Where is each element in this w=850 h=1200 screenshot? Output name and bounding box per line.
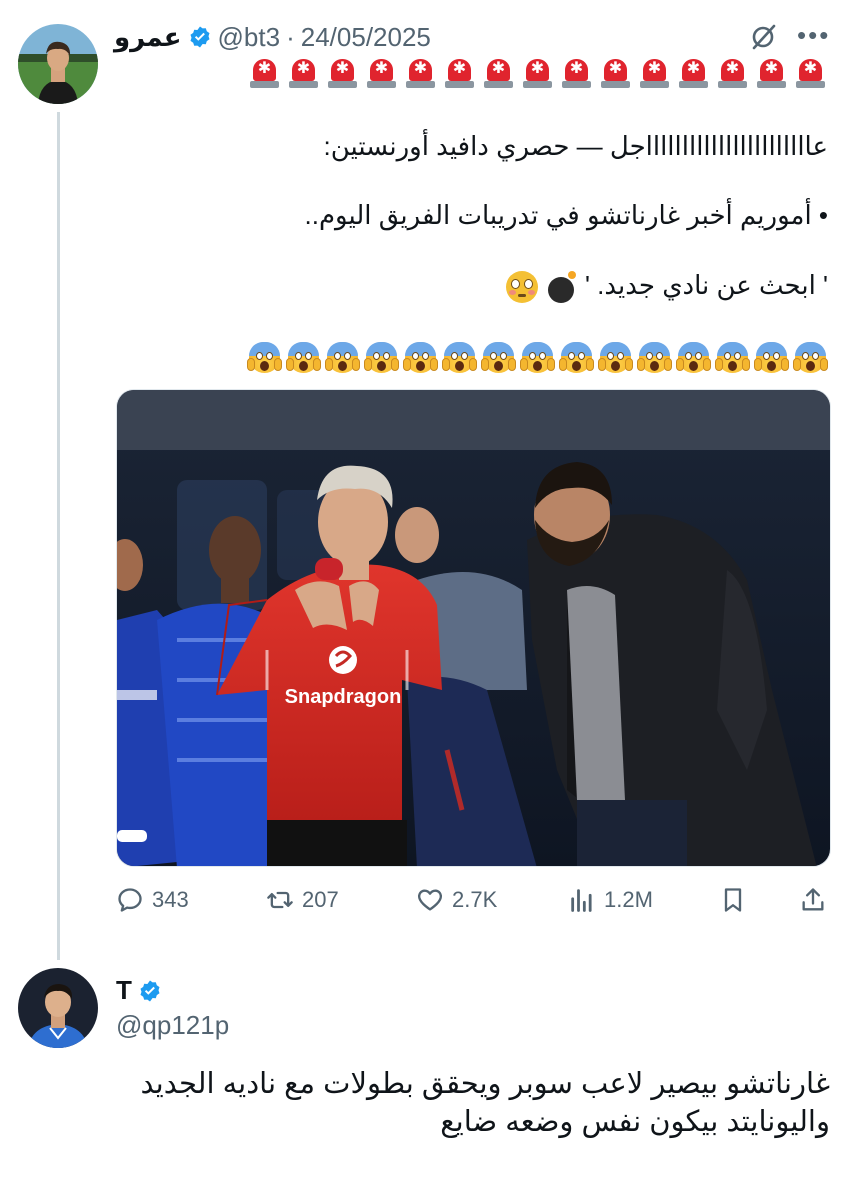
heart-icon [418, 889, 442, 911]
tweet-text-line-3: ' ابحث عن نادي جديد. ' [506, 268, 828, 304]
verified-badge-icon [138, 979, 162, 1003]
views-button[interactable]: 1.2M [568, 880, 653, 920]
police-siren-emoji: ✱ [442, 56, 477, 90]
tweet-photo[interactable]: Snapdragon [116, 389, 831, 867]
reply-text: غارناتشو بيصير لاعب سوبر ويحقق بطولات مع… [110, 1065, 830, 1141]
reply-author-avatar[interactable] [18, 968, 98, 1048]
face-screaming-emoji [598, 340, 633, 374]
police-siren-emoji: ✱ [247, 56, 282, 90]
share-icon [802, 888, 824, 911]
siren-emoji-row: ✱ ✱ ✱ ✱ ✱ ✱ ✱ ✱ ✱ ✱ ✱ ✱ ✱ ✱ ✱ [247, 56, 828, 90]
face-screaming-emoji [481, 340, 516, 374]
reply-author-handle[interactable]: @qp121p [116, 1010, 229, 1041]
face-screaming-emoji [286, 340, 321, 374]
repost-count: 207 [302, 887, 339, 912]
share-button[interactable] [799, 880, 827, 920]
reply-author-name[interactable]: T [116, 975, 132, 1006]
police-siren-emoji: ✱ [754, 56, 789, 90]
views-icon [571, 889, 592, 912]
face-screaming-emoji [325, 340, 360, 374]
reply-author-header: T [116, 975, 162, 1006]
face-screaming-emoji [637, 340, 672, 374]
thread-connector-line [57, 112, 60, 960]
verified-badge-icon [188, 25, 212, 49]
police-siren-emoji: ✱ [364, 56, 399, 90]
reply-text-line-2: واليونايتد بيكون نفس وضعه ضايع [440, 1106, 830, 1138]
repost-icon [267, 891, 293, 909]
tweet-text-line-2: • أموريم أخبر غارناتشو في تدريبات الفريق… [304, 200, 828, 230]
police-siren-emoji: ✱ [637, 56, 672, 90]
tweet-text-line-1: عاااااااااااااااااااااااجل — حصري دافيد … [323, 131, 828, 161]
tweet-action-bar: 343 207 2.7K 1.2M [116, 880, 831, 920]
police-siren-emoji: ✱ [715, 56, 750, 90]
reply-text-line-1: غارناتشو بيصير لاعب سوبر ويحقق بطولات مع… [140, 1068, 830, 1100]
football-training-photo: Snapdragon [117, 390, 830, 866]
police-siren-emoji: ✱ [520, 56, 555, 90]
face-screaming-emoji [715, 340, 750, 374]
more-icon[interactable]: ••• [797, 20, 830, 50]
face-screaming-emoji [793, 340, 828, 374]
police-siren-emoji: ✱ [286, 56, 321, 90]
reply-button[interactable]: 343 [116, 880, 189, 920]
face-screaming-emoji [403, 340, 438, 374]
face-screaming-emoji [676, 340, 711, 374]
header-separator: · [286, 21, 295, 52]
face-screaming-emoji [247, 340, 282, 374]
tweet-header: عمرو @bt3 · 24/05/2025 [114, 20, 431, 54]
reply-count: 343 [152, 887, 189, 912]
like-count: 2.7K [452, 887, 498, 912]
face-screaming-emoji [442, 340, 477, 374]
police-siren-emoji: ✱ [676, 56, 711, 90]
tweet-date[interactable]: 24/05/2025 [301, 22, 431, 53]
face-screaming-emoji [559, 340, 594, 374]
police-siren-emoji: ✱ [598, 56, 633, 90]
police-siren-emoji: ✱ [559, 56, 594, 90]
reply-icon [118, 888, 142, 912]
scream-emoji-row [247, 340, 828, 374]
like-button[interactable]: 2.7K [416, 880, 497, 920]
police-siren-emoji: ✱ [325, 56, 360, 90]
tweet-quote-text: ' ابحث عن نادي جديد. ' [584, 270, 828, 300]
author-avatar[interactable] [18, 24, 98, 104]
author-name[interactable]: عمرو [114, 22, 182, 53]
author-handle[interactable]: @bt3 [218, 22, 281, 53]
jersey-sponsor-text: Snapdragon [285, 686, 402, 708]
face-screaming-emoji [520, 340, 555, 374]
bookmark-icon [724, 888, 742, 912]
grok-icon[interactable] [748, 22, 778, 52]
face-screaming-emoji [364, 340, 399, 374]
flushed-face-emoji [506, 271, 539, 304]
bomb-emoji [546, 271, 578, 304]
police-siren-emoji: ✱ [481, 56, 516, 90]
face-screaming-emoji [754, 340, 789, 374]
repost-button[interactable]: 207 [266, 880, 339, 920]
views-count: 1.2M [604, 887, 653, 912]
police-siren-emoji: ✱ [403, 56, 438, 90]
bookmark-button[interactable] [719, 880, 747, 920]
police-siren-emoji: ✱ [793, 56, 828, 90]
